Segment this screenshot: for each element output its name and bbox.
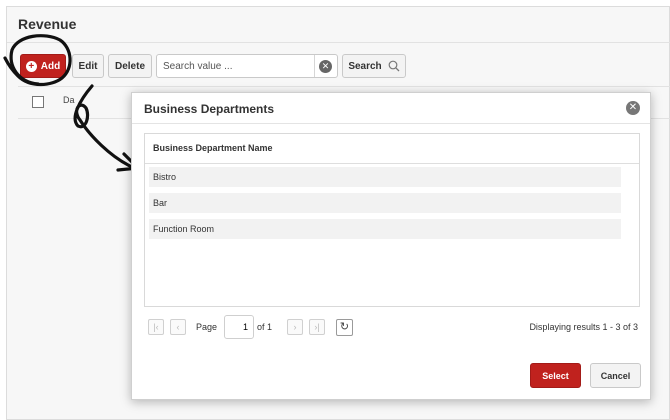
page-number-input[interactable] (224, 315, 254, 339)
plus-circle-icon: + (25, 60, 37, 72)
edit-button-label: Edit (78, 60, 98, 72)
clear-circle-icon[interactable]: ✕ (319, 60, 332, 73)
select-button[interactable]: Select (530, 363, 581, 388)
dialog-title: Business Departments (144, 102, 275, 116)
grid-top-divider (18, 86, 670, 87)
magnifier-icon (388, 60, 400, 72)
search-field: ✕ (156, 54, 338, 78)
select-all-checkbox[interactable] (32, 96, 44, 108)
select-button-label: Select (542, 370, 569, 381)
cancel-button[interactable]: Cancel (590, 363, 641, 388)
first-page-icon[interactable]: |‹ (148, 319, 164, 335)
list-item[interactable]: Function Room (149, 219, 621, 239)
search-button-label: Search (348, 60, 382, 72)
delete-button[interactable]: Delete (108, 54, 152, 78)
page-count-label: of 1 (257, 322, 273, 332)
refresh-icon[interactable]: ↻ (336, 319, 353, 336)
title-divider (7, 42, 670, 43)
results-summary: Displaying results 1 - 3 of 3 (529, 322, 638, 332)
add-button[interactable]: + Add (20, 54, 66, 78)
search-divider (314, 55, 315, 77)
next-page-icon[interactable]: › (287, 319, 303, 335)
edit-button[interactable]: Edit (72, 54, 104, 78)
list-header-divider (145, 163, 639, 164)
column-header-department-name: Business Department Name (153, 143, 273, 153)
list-item[interactable]: Bar (149, 193, 621, 213)
last-page-icon[interactable]: ›| (309, 319, 325, 335)
grid-column-header: Da (63, 95, 75, 105)
delete-button-label: Delete (114, 60, 145, 72)
department-list: Business Department Name Bistro Bar Func… (144, 133, 640, 307)
page-label: Page (196, 322, 218, 332)
list-item[interactable]: Bistro (149, 167, 621, 187)
cancel-button-label: Cancel (600, 370, 631, 381)
close-circle-icon[interactable]: ✕ (626, 101, 640, 115)
add-button-label: Add (40, 60, 61, 72)
search-button[interactable]: Search (342, 54, 406, 78)
dialog-title-divider (132, 123, 650, 124)
prev-page-icon[interactable]: ‹ (170, 319, 186, 335)
search-input[interactable] (157, 55, 325, 77)
business-departments-dialog: Business Departments ✕ Business Departme… (131, 92, 651, 400)
page-title: Revenue (18, 16, 77, 32)
